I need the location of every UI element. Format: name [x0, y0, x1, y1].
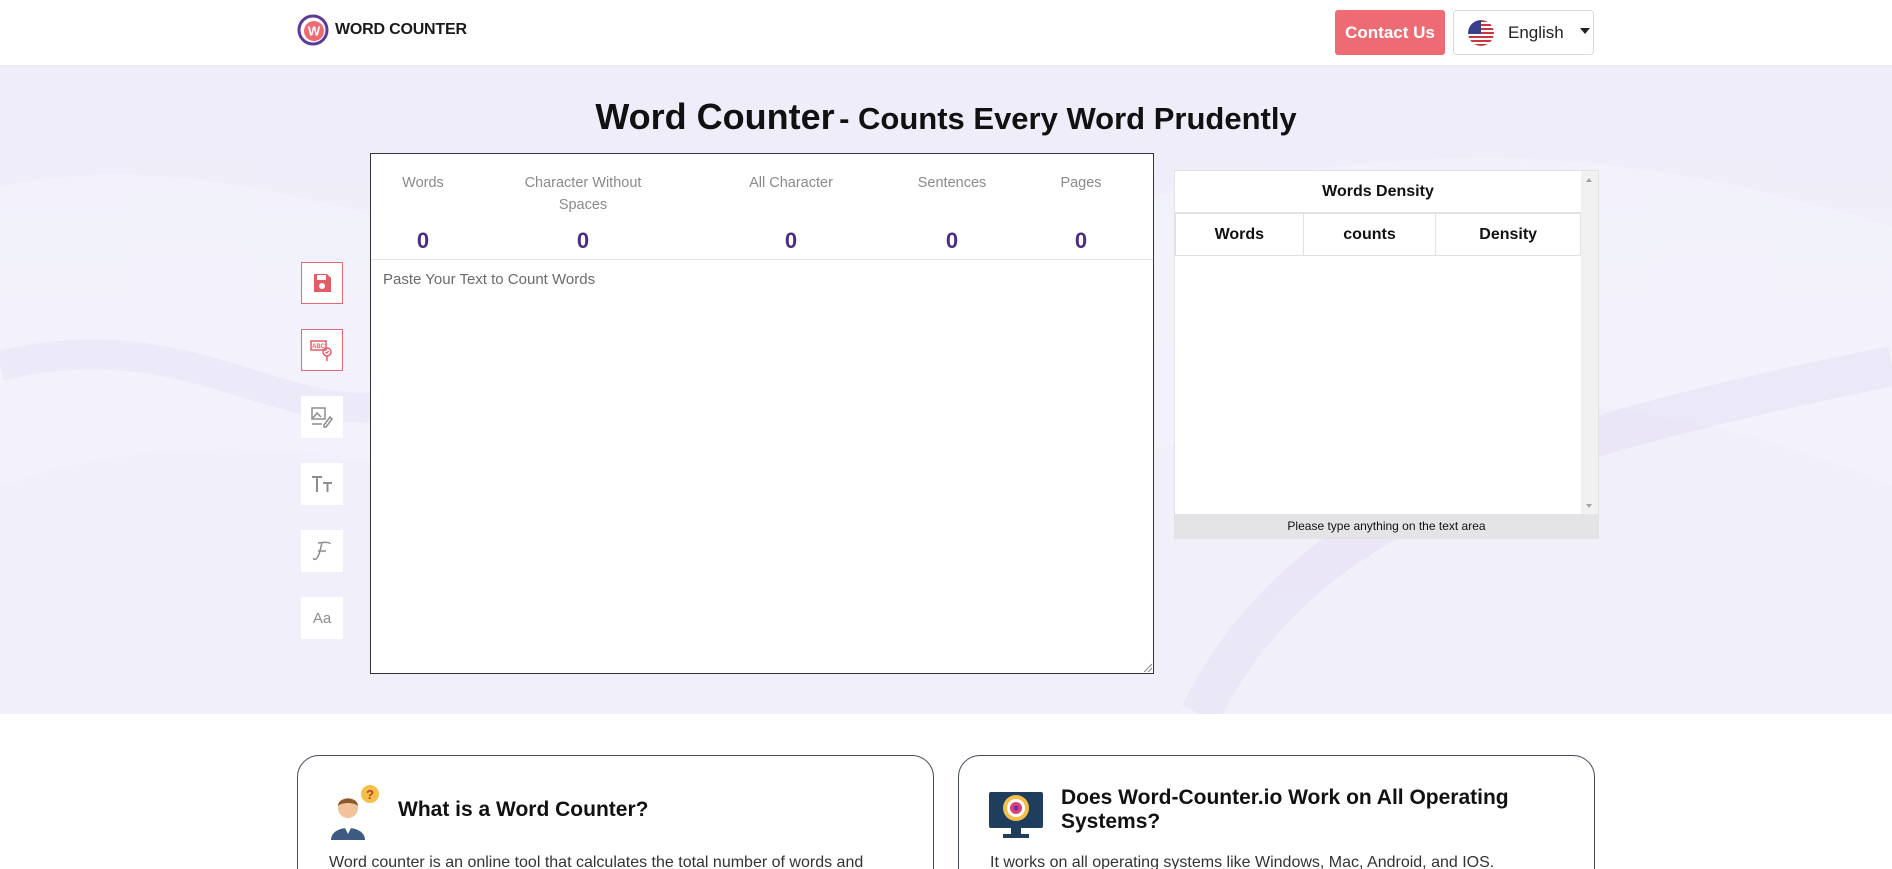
logo-mark-icon: W	[297, 14, 329, 46]
words-density-panel: Words Density Words counts Density Pleas…	[1174, 170, 1599, 539]
us-flag-icon	[1468, 19, 1494, 46]
save-button[interactable]	[301, 262, 343, 304]
page-title-main: Word Counter	[595, 96, 835, 137]
language-label: English	[1508, 22, 1564, 42]
info-card: ? What is a Word Counter? Word counter i…	[297, 755, 934, 869]
info-card: Does Word-Counter.io Work on All Operati…	[958, 755, 1595, 869]
chevron-down-icon	[1579, 27, 1590, 34]
stat-characters-no-spaces: Character Without Spaces 0	[518, 172, 648, 253]
stat-pages: Pages 0	[1016, 172, 1146, 253]
language-dropdown[interactable]: English	[1453, 10, 1594, 55]
stat-value: 0	[945, 228, 959, 253]
site-header: W WORD COUNTER Contact Us English	[0, 0, 1892, 66]
text-size-button[interactable]	[301, 463, 343, 505]
font-style-button[interactable]	[301, 530, 343, 572]
card-title: Does Word-Counter.io Work on All Operati…	[1061, 786, 1509, 833]
stat-value: 0	[576, 228, 590, 253]
person-question-icon: ?	[331, 785, 379, 840]
stat-label: Words	[402, 175, 444, 191]
stat-label: Pages	[1060, 175, 1102, 191]
stat-sentences: Sentences 0	[887, 172, 1017, 253]
svg-text:?: ?	[366, 787, 374, 802]
stat-value: 0	[784, 228, 798, 253]
density-table: Words counts Density	[1175, 213, 1581, 256]
stat-label: Sentences	[917, 175, 987, 191]
card-text: It works on all operating systems like W…	[990, 854, 1495, 869]
stat-value: 0	[416, 228, 430, 253]
column-density: Density	[1435, 213, 1581, 256]
stat-value: 0	[1074, 228, 1088, 253]
spell-check-button[interactable]: ABC	[301, 329, 343, 371]
word-counter-panel: Words 0 Character Without Spaces 0 All C…	[370, 153, 1154, 674]
stat-label: Character Without Spaces	[524, 175, 642, 213]
image-edit-icon	[311, 407, 333, 428]
spell-check-icon: ABC	[310, 340, 332, 361]
scroll-down-icon[interactable]	[1586, 504, 1592, 508]
contact-us-button[interactable]: Contact Us	[1335, 10, 1445, 55]
column-words: Words	[1175, 213, 1304, 256]
stat-words: Words 0	[393, 172, 453, 253]
save-icon	[314, 274, 331, 292]
monitor-target-icon	[989, 792, 1043, 838]
card-title: What is a Word Counter?	[398, 798, 649, 821]
density-scrollbar[interactable]	[1581, 171, 1598, 515]
logo-text: WORD COUNTER	[335, 21, 467, 38]
font-icon	[312, 541, 331, 561]
tool-sidebar: ABC Aa	[301, 262, 343, 664]
text-size-icon	[312, 476, 332, 492]
svg-text:W: W	[308, 24, 321, 39]
card-text: Word counter is an online tool that calc…	[329, 854, 864, 869]
density-empty-message: Please type anything on the text area	[1175, 514, 1598, 538]
case-button[interactable]: Aa	[301, 597, 343, 639]
stats-row: Words 0 Character Without Spaces 0 All C…	[371, 154, 1153, 260]
stat-all-characters: All Character 0	[726, 172, 856, 253]
page-title-sub: - Counts Every Word Prudently	[839, 101, 1297, 136]
scroll-up-icon[interactable]	[1586, 178, 1592, 182]
case-icon: Aa	[313, 610, 332, 627]
density-title: Words Density	[1175, 171, 1581, 213]
page-title: Word Counter - Counts Every Word Prudent…	[0, 96, 1892, 138]
svg-text:Aa: Aa	[313, 610, 332, 627]
stat-label: All Character	[749, 175, 833, 191]
logo[interactable]: W WORD COUNTER	[297, 14, 467, 46]
text-input[interactable]	[371, 261, 1153, 673]
image-edit-button[interactable]	[301, 396, 343, 438]
resize-grip-icon[interactable]	[1142, 662, 1152, 672]
column-counts: counts	[1302, 213, 1437, 256]
